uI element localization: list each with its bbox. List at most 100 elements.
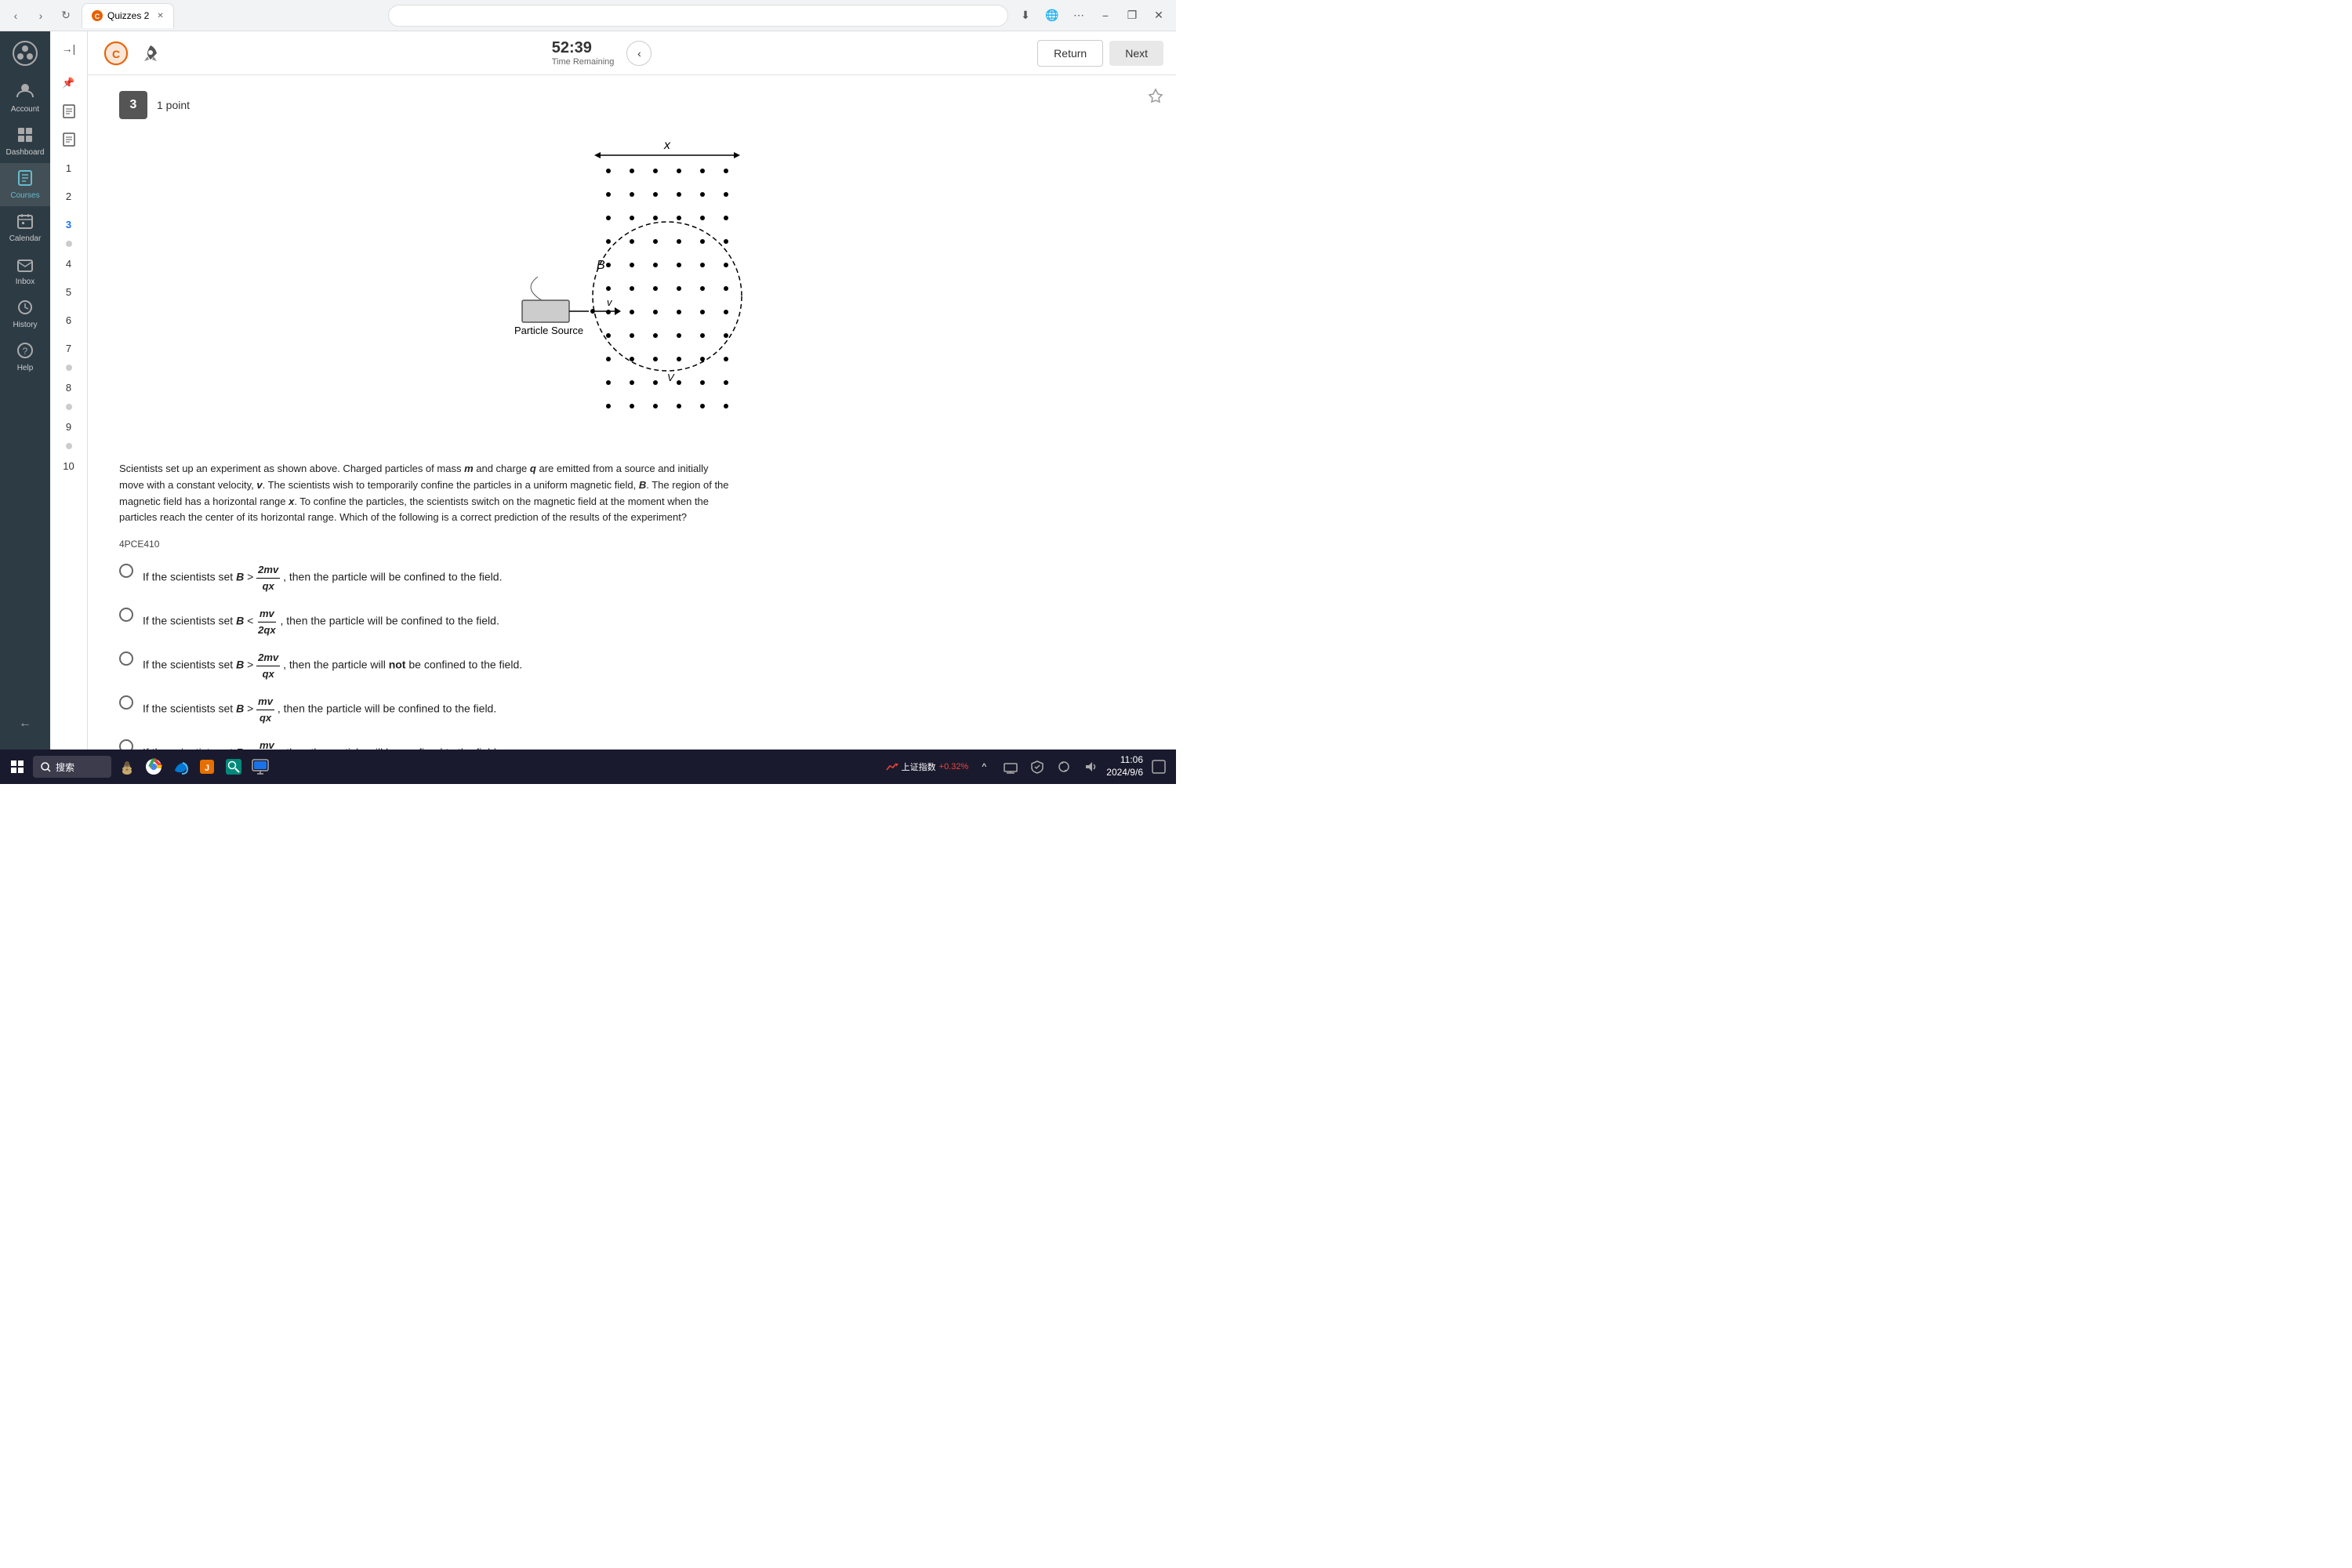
quiz-nav-item-4[interactable]: 4 — [56, 251, 82, 276]
main-content: C 52:39 Time Remaining ‹ — [88, 31, 1176, 750]
quiz-nav-dot-8 — [66, 365, 72, 371]
physics-diagram: x — [467, 132, 797, 445]
question-number: 3 — [119, 91, 147, 119]
toggle-icon: →| — [62, 42, 76, 55]
timer-toggle-button[interactable]: ‹ — [626, 41, 652, 66]
sidebar-label-dashboard: Dashboard — [6, 148, 45, 157]
question-id: 4PCE410 — [119, 539, 1145, 550]
sidebar-label-help: Help — [17, 364, 34, 372]
sidebar-item-courses[interactable]: Courses — [0, 163, 50, 206]
quiz-nav-doc2-icon[interactable] — [56, 127, 82, 152]
diagram-container: x — [119, 132, 1145, 445]
minimize-button[interactable]: − — [1094, 5, 1116, 27]
radio-a[interactable] — [119, 564, 133, 578]
choice-text-e: If the scientists set B = mv2qx , then t… — [143, 738, 499, 750]
tab-close-button[interactable]: ✕ — [157, 12, 163, 20]
tab-bar: C Quizzes 2 ✕ — [82, 3, 382, 28]
dashboard-icon — [16, 126, 34, 146]
sidebar-item-dashboard[interactable]: Dashboard — [0, 120, 50, 163]
timer-display: 52:39 Time Remaining — [552, 39, 615, 67]
radio-d[interactable] — [119, 695, 133, 710]
nav-refresh-button[interactable]: ↻ — [56, 6, 75, 25]
pin-button[interactable] — [1148, 88, 1163, 107]
answer-choice-b[interactable]: If the scientists set B < mv2qx , then t… — [119, 606, 731, 637]
more-button[interactable]: ⋯ — [1068, 5, 1090, 27]
sidebar-label-courses: Courses — [10, 191, 39, 200]
question-header: 3 1 point — [119, 91, 1145, 119]
browser-actions: ⬇ 🌐 ⋯ − ❐ ✕ — [1014, 5, 1170, 27]
tray-chevron[interactable]: ^ — [973, 756, 995, 778]
notification-panel-button[interactable] — [1148, 756, 1170, 778]
sidebar-collapse-button[interactable]: ← — [0, 710, 50, 737]
download-button[interactable]: ⬇ — [1014, 5, 1036, 27]
taskbar-bird-icon[interactable] — [116, 756, 138, 778]
app-container: Account Dashboard — [0, 31, 1176, 750]
quiz-nav-item-2[interactable]: 2 — [56, 183, 82, 209]
question-points: 1 point — [157, 99, 190, 111]
taskbar-monitor-icon[interactable] — [249, 756, 271, 778]
quiz-nav-item-7[interactable]: 7 — [56, 336, 82, 361]
browser-tab[interactable]: C Quizzes 2 ✕ — [82, 3, 174, 28]
answer-choice-e[interactable]: If the scientists set B = mv2qx , then t… — [119, 738, 731, 750]
search-label: 搜索 — [56, 760, 74, 774]
address-bar[interactable] — [388, 5, 1008, 27]
taskbar-right: 上证指数 +0.32% ^ — [886, 754, 1170, 779]
quiz-nav-item-5[interactable]: 5 — [56, 279, 82, 304]
globe-button[interactable]: 🌐 — [1041, 5, 1063, 27]
choice-text-c: If the scientists set B > 2mvqx , then t… — [143, 650, 522, 681]
sidebar-item-account[interactable]: Account — [0, 75, 50, 120]
tray-network-icon[interactable] — [1000, 756, 1022, 778]
sidebar-item-inbox[interactable]: Inbox — [0, 249, 50, 292]
answer-choices: If the scientists set B > 2mvqx , then t… — [119, 562, 731, 750]
help-icon: ? — [16, 342, 34, 361]
taskbar-search2-icon[interactable] — [223, 756, 245, 778]
quiz-nav-item-1[interactable]: 1 — [56, 155, 82, 180]
choice-text-b: If the scientists set B < mv2qx , then t… — [143, 606, 499, 637]
header-center: 52:39 Time Remaining ‹ — [166, 39, 1037, 67]
taskbar-java-icon[interactable]: J — [196, 756, 218, 778]
svg-text:C: C — [112, 48, 120, 60]
sidebar-label-history: History — [13, 321, 37, 329]
canvas-logo[interactable]: C — [100, 38, 132, 69]
radio-b[interactable] — [119, 608, 133, 622]
taskbar-chrome-icon[interactable] — [143, 756, 165, 778]
quiz-nav-doc-icon[interactable] — [56, 99, 82, 124]
sidebar-item-help[interactable]: ? Help — [0, 336, 50, 379]
radio-c[interactable] — [119, 652, 133, 666]
svg-text:V: V — [667, 372, 675, 383]
nav-forward-button[interactable]: › — [31, 6, 50, 25]
quiz-nav-toggle[interactable]: →| — [58, 38, 80, 60]
tray-refresh-icon[interactable] — [1053, 756, 1075, 778]
answer-choice-d[interactable]: If the scientists set B > mvqx , then th… — [119, 694, 731, 725]
rocket-icon[interactable] — [135, 38, 166, 69]
answer-choice-a[interactable]: If the scientists set B > 2mvqx , then t… — [119, 562, 731, 593]
collapse-icon: ← — [19, 717, 31, 731]
quiz-nav-pin-icon[interactable]: 📌 — [56, 71, 82, 96]
quiz-nav-item-9[interactable]: 9 — [56, 414, 82, 439]
quiz-nav-item-3[interactable]: 3 — [56, 212, 82, 237]
stock-info: 上证指数 +0.32% — [886, 760, 969, 773]
next-button[interactable]: Next — [1109, 41, 1163, 66]
taskbar-search[interactable]: 搜索 — [33, 756, 111, 778]
radio-e[interactable] — [119, 739, 133, 750]
choice-text-a: If the scientists set B > 2mvqx , then t… — [143, 562, 502, 593]
tray-speaker-icon[interactable] — [1080, 756, 1102, 778]
sidebar-item-calendar[interactable]: Calendar — [0, 206, 50, 249]
windows-start-button[interactable] — [6, 756, 28, 778]
sidebar-item-history[interactable]: History — [0, 292, 50, 336]
return-button[interactable]: Return — [1037, 40, 1103, 67]
quiz-nav-item-6[interactable]: 6 — [56, 307, 82, 332]
quiz-nav-item-8[interactable]: 8 — [56, 375, 82, 400]
sidebar-label-account: Account — [11, 105, 39, 114]
close-button[interactable]: ✕ — [1148, 5, 1170, 27]
answer-choice-c[interactable]: If the scientists set B > 2mvqx , then t… — [119, 650, 731, 681]
tray-shield-icon[interactable] — [1026, 756, 1048, 778]
header-right: Return Next — [1037, 40, 1163, 67]
taskbar-time[interactable]: 11:06 2024/9/6 — [1106, 754, 1143, 779]
taskbar-edge-icon[interactable] — [169, 756, 191, 778]
quiz-nav-item-10[interactable]: 10 — [56, 453, 82, 478]
time-display: 11:06 — [1106, 754, 1143, 767]
nav-back-button[interactable]: ‹ — [6, 6, 25, 25]
sidebar-logo[interactable] — [9, 38, 41, 69]
maximize-button[interactable]: ❐ — [1121, 5, 1143, 27]
